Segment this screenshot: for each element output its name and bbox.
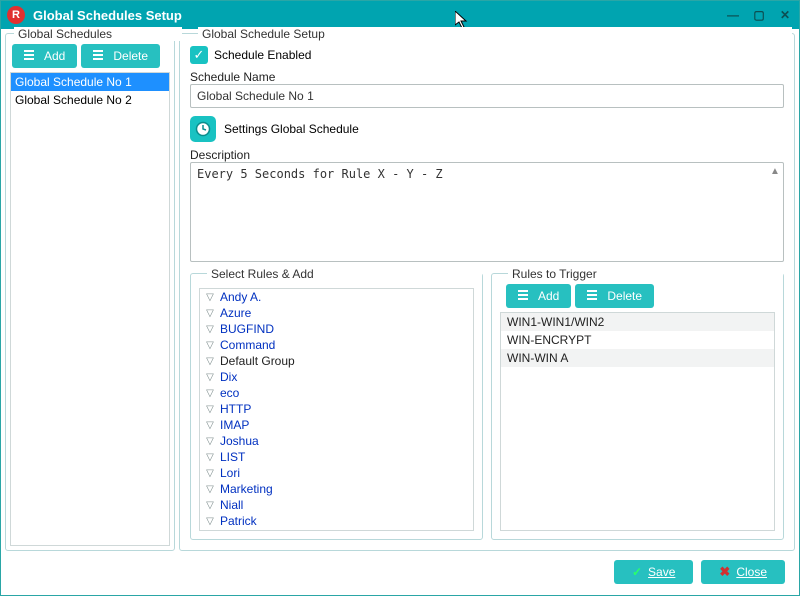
rules-tree[interactable]: ▽ Andy A. ▽ Azure ▽ BUGFIND ▽ Command ▽ Default G… [199,288,474,531]
rule-tree-label: BUGFIND [220,322,274,336]
rule-tree-item[interactable]: ▽ Lori [200,465,473,481]
rule-tree-item[interactable]: ▽ Niall [200,497,473,513]
select-rules-label: Select Rules & Add [207,267,482,281]
rule-tree-label: Joshua [220,434,259,448]
schedule-enabled-label: Schedule Enabled [214,48,311,62]
rule-tree-item[interactable]: ▽ Azure [200,305,473,321]
delete-rule-icon [587,289,601,303]
add-list-icon [24,49,38,63]
rule-tree-label: Niall [220,498,243,512]
delete-rule-label: Delete [607,289,642,303]
delete-schedule-label: Delete [113,49,148,63]
close-window-button[interactable]: ✕ [777,7,793,23]
delete-schedule-button[interactable]: Delete [81,44,160,68]
settings-schedule-label: Settings Global Schedule [224,122,359,136]
schedule-enabled-checkbox[interactable]: ✓ [190,46,208,64]
save-button[interactable]: ✓ Save [614,560,693,584]
schedule-list[interactable]: Global Schedule No 1Global Schedule No 2 [10,72,170,546]
rules-to-trigger-label: Rules to Trigger [508,267,783,281]
rule-tree-item[interactable]: ▽ Patrick [200,513,473,529]
rule-tree-item[interactable]: ▽ Default Group [200,353,473,369]
rule-tree-label: LIST [220,450,245,464]
expand-icon[interactable]: ▽ [204,516,216,527]
global-schedule-setup-panel: Global Schedule Setup ✓ Schedule Enabled… [179,33,795,551]
rule-tree-label: Lori [220,466,240,480]
expand-icon[interactable]: ▽ [204,404,216,415]
rule-tree-item[interactable]: ▽ Dix [200,369,473,385]
trigger-list-item[interactable]: WIN1-WIN1/WIN2 [501,313,774,331]
expand-icon[interactable]: ▽ [204,420,216,431]
titlebar: R Global Schedules Setup — ▢ ✕ [1,1,799,29]
rules-to-trigger-panel: Rules to Trigger Add [491,273,784,540]
settings-schedule-button[interactable] [190,116,216,142]
close-button[interactable]: ✖ Close [701,560,785,584]
minimize-button[interactable]: — [725,7,741,23]
rule-tree-label: HTTP [220,402,251,416]
rule-tree-item[interactable]: ▽ eco [200,385,473,401]
schedule-name-input[interactable] [190,84,784,108]
rule-tree-label: Dix [220,370,237,384]
rule-tree-item[interactable]: ▽ Joshua [200,433,473,449]
expand-icon[interactable]: ▽ [204,292,216,303]
close-x-icon: ✖ [719,564,730,580]
rule-tree-label: Default Group [220,354,295,368]
trigger-list-item[interactable]: WIN-ENCRYPT [501,331,774,349]
select-rules-panel: Select Rules & Add ▽Andy A.▽Azure▽BUGFIN… [190,273,483,540]
expand-icon[interactable]: ▽ [204,372,216,383]
description-label: Description [190,148,784,162]
expand-icon[interactable]: ▽ [204,388,216,399]
check-icon: ✓ [632,565,642,579]
add-rule-button[interactable]: Add [506,284,571,308]
app-logo-icon: R [7,6,25,24]
rule-tree-label: IMAP [220,418,249,432]
add-schedule-button[interactable]: Add [12,44,77,68]
expand-icon[interactable]: ▽ [204,436,216,447]
delete-list-icon [93,49,107,63]
expand-icon[interactable]: ▽ [204,324,216,335]
rule-tree-item[interactable]: ▽ HTTP [200,401,473,417]
expand-icon[interactable]: ▽ [204,484,216,495]
rule-tree-label: Patrick [220,514,257,528]
app-window: R Global Schedules Setup — ▢ ✕ Global Sc… [0,0,800,596]
schedule-list-item[interactable]: Global Schedule No 1 [11,73,169,91]
client-area: Global Schedules Add Delete [1,29,799,595]
global-schedules-label: Global Schedules [14,27,182,41]
footer: ✓ Save ✖ Close [5,553,795,591]
clock-gear-icon [195,121,211,137]
save-label: Save [648,565,675,579]
schedule-name-label: Schedule Name [190,70,784,84]
delete-rule-button[interactable]: Delete [575,284,654,308]
rule-tree-item[interactable]: ▽ IMAP [200,417,473,433]
rule-tree-label: Azure [220,306,251,320]
add-schedule-label: Add [44,49,65,63]
expand-icon[interactable]: ▽ [204,340,216,351]
close-label: Close [736,565,767,579]
rule-tree-label: Command [220,338,275,352]
rules-to-trigger-list[interactable]: WIN1-WIN1/WIN2WIN-ENCRYPTWIN-WIN A [500,312,775,531]
rule-tree-label: Marketing [220,482,273,496]
rule-tree-item[interactable]: ▽ Marketing [200,481,473,497]
add-rule-icon [518,289,532,303]
rule-tree-item[interactable]: ▽ Command [200,337,473,353]
rule-tree-label: Andy A. [220,290,261,304]
description-textarea[interactable] [190,162,784,262]
maximize-button[interactable]: ▢ [751,7,767,23]
expand-icon[interactable]: ▽ [204,308,216,319]
trigger-list-item[interactable]: WIN-WIN A [501,349,774,367]
scroll-up-icon[interactable]: ▲ [768,164,782,178]
setup-group-label: Global Schedule Setup [198,27,792,41]
expand-icon[interactable]: ▽ [204,452,216,463]
expand-icon[interactable]: ▽ [204,468,216,479]
window-title: Global Schedules Setup [33,8,725,23]
rule-tree-label: eco [220,386,239,400]
rule-tree-item[interactable]: ▽ BUGFIND [200,321,473,337]
add-rule-label: Add [538,289,559,303]
schedule-list-item[interactable]: Global Schedule No 2 [11,91,169,109]
rule-tree-item[interactable]: ▽ LIST [200,449,473,465]
expand-icon[interactable]: ▽ [204,500,216,511]
expand-icon[interactable]: ▽ [204,356,216,367]
global-schedules-panel: Global Schedules Add Delete [5,33,175,551]
rule-tree-item[interactable]: ▽ Andy A. [200,289,473,305]
